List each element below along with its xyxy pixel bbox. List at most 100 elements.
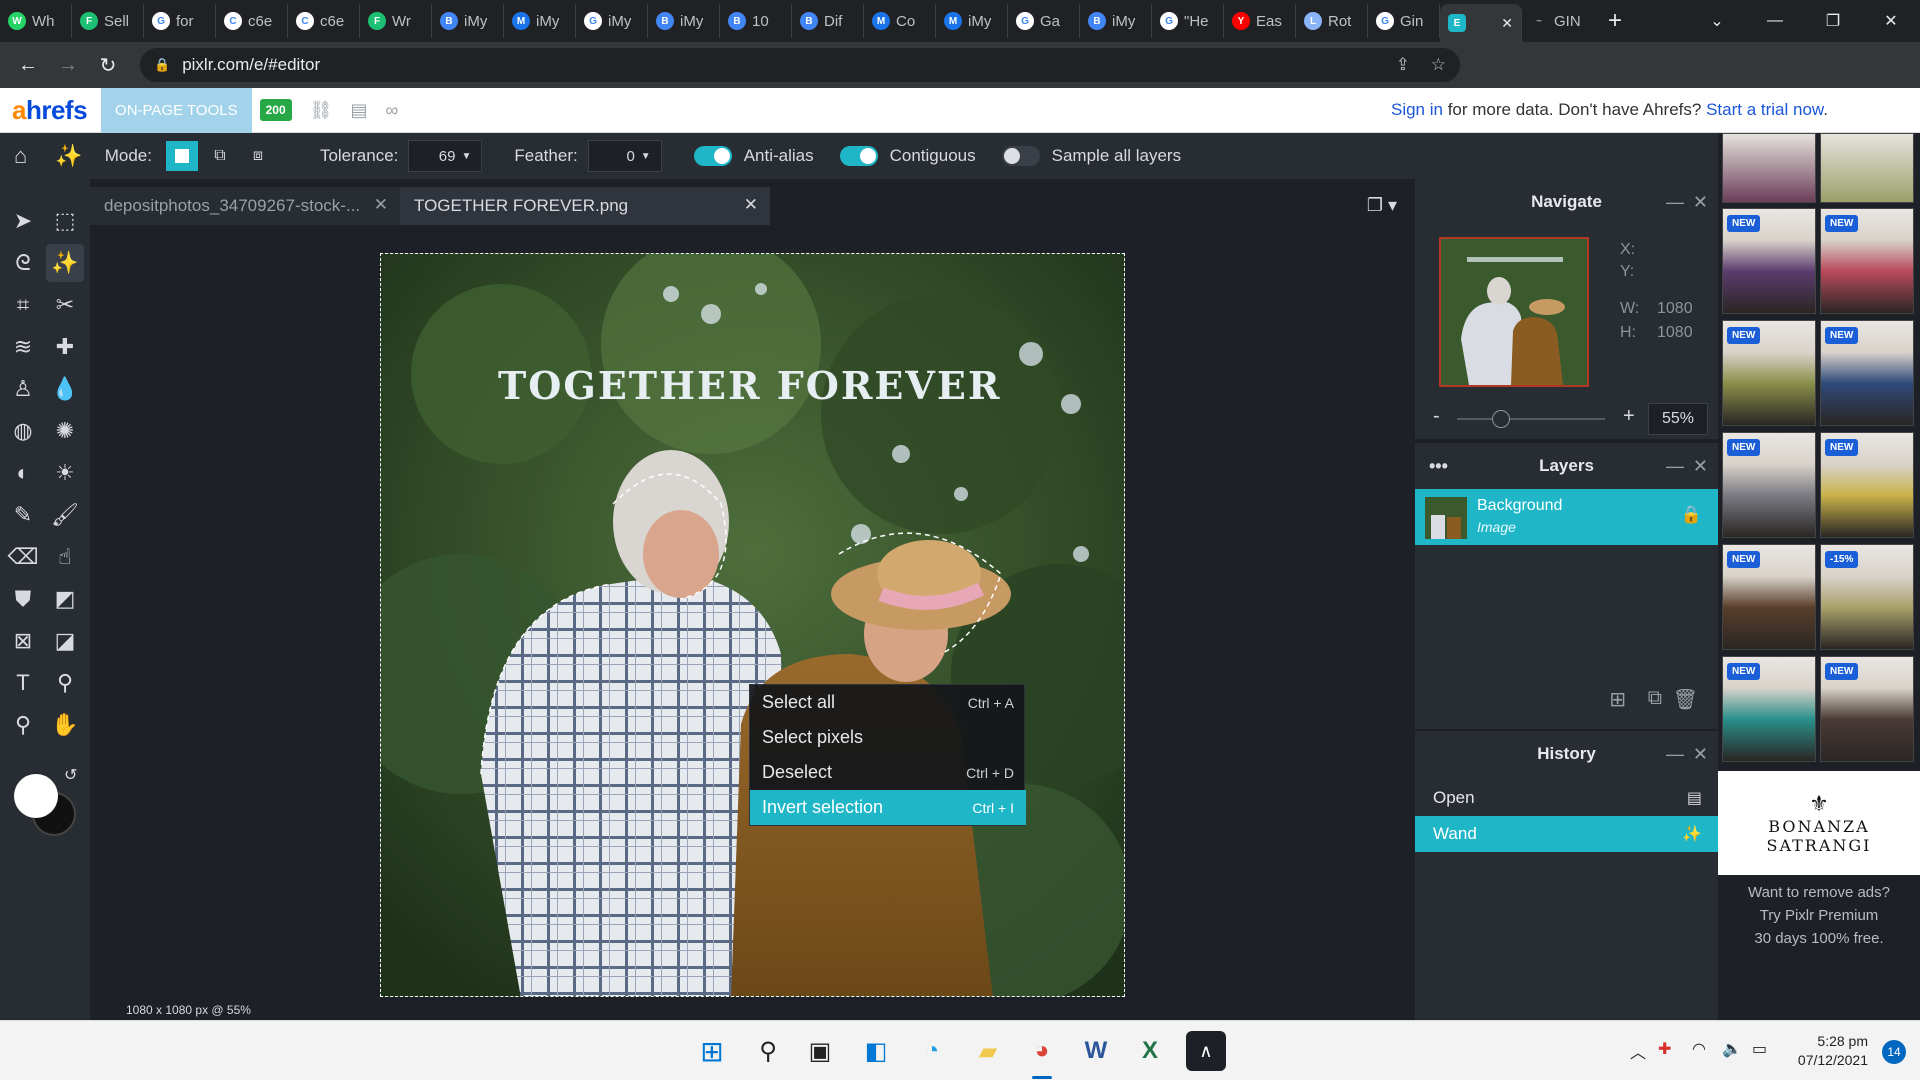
liquify-tool-icon[interactable]: ≋ bbox=[4, 328, 42, 366]
mode-new-selection-button[interactable] bbox=[165, 141, 198, 171]
menu-item-select-all[interactable]: Select all Ctrl + A bbox=[750, 685, 1026, 720]
sign-in-link[interactable]: Sign in bbox=[1391, 100, 1443, 119]
menu-item-select-pixels[interactable]: Select pixels bbox=[750, 720, 1026, 755]
shield-app-icon[interactable]: ✚ bbox=[1658, 1039, 1671, 1059]
share-icon[interactable]: ⇪ bbox=[1396, 55, 1410, 75]
ad-product-image[interactable]: NEW bbox=[1820, 208, 1914, 314]
link-icon[interactable]: ∞ bbox=[386, 100, 399, 121]
cutout-tool-icon[interactable]: ✂ bbox=[46, 286, 84, 324]
bookmark-star-icon[interactable]: ☆ bbox=[1431, 55, 1446, 75]
battery-icon[interactable]: ▭ bbox=[1752, 1039, 1767, 1059]
lasso-tool-icon[interactable]: ᘓ bbox=[4, 244, 42, 282]
zoom-in-icon[interactable]: + bbox=[1623, 405, 1635, 428]
heal-tool-icon[interactable]: ✚ bbox=[46, 328, 84, 366]
browser-tab[interactable]: G Ga bbox=[1008, 4, 1080, 38]
browser-tab[interactable]: F Sell bbox=[72, 4, 144, 38]
window-layout-icon[interactable]: ❐ ▾ bbox=[1367, 195, 1397, 216]
edge-icon[interactable]: ◔ bbox=[912, 1031, 952, 1071]
search-icon[interactable]: ⚲ bbox=[748, 1031, 788, 1071]
minimize-icon[interactable]: — bbox=[1746, 12, 1804, 30]
ad-product-image[interactable] bbox=[1722, 133, 1816, 203]
volume-icon[interactable]: 🔈 bbox=[1722, 1039, 1742, 1059]
browser-tab[interactable]: F Wr bbox=[360, 4, 432, 38]
menu-item-invert-selection[interactable]: Invert selection Ctrl + I bbox=[750, 790, 1026, 825]
start-trial-link[interactable]: Start a trial now bbox=[1706, 100, 1823, 119]
new-tab-button[interactable]: + bbox=[1608, 7, 1622, 35]
sponge-tool-icon[interactable]: ◍ bbox=[4, 412, 42, 450]
duplicate-layer-icon[interactable]: ⧉ bbox=[1648, 687, 1662, 710]
wifi-icon[interactable]: ◠ bbox=[1692, 1039, 1706, 1059]
forward-icon[interactable]: → bbox=[48, 54, 88, 77]
browser-tab[interactable]: BiMy bbox=[648, 4, 720, 38]
add-layer-icon[interactable]: ⊞ bbox=[1609, 687, 1626, 712]
browser-tab[interactable]: BiMy bbox=[432, 4, 504, 38]
zoom-tool-icon[interactable]: ⚲ bbox=[4, 706, 42, 744]
browser-tab[interactable]: W Wh bbox=[0, 4, 72, 38]
navigator-thumbnail[interactable] bbox=[1439, 237, 1589, 387]
document-icon[interactable]: ▤ bbox=[350, 100, 367, 121]
gradient-tool-icon[interactable]: ◩ bbox=[46, 580, 84, 618]
browser-tab[interactable]: BiMy bbox=[1080, 4, 1152, 38]
zoom-percent-input[interactable]: 55% bbox=[1648, 403, 1708, 435]
link-chain-icon[interactable]: ⛓ bbox=[310, 100, 333, 121]
foreground-color-swatch[interactable] bbox=[14, 774, 58, 818]
ad-promo-text[interactable]: Want to remove ads? Try Pixlr Premium 30… bbox=[1718, 881, 1920, 950]
ad-product-image[interactable]: NEW bbox=[1820, 656, 1914, 762]
tab-search-icon[interactable]: ⌄ bbox=[1688, 11, 1746, 31]
browser-tab[interactable]: M Co bbox=[864, 4, 936, 38]
eraser-tool-icon[interactable]: ⌫ bbox=[4, 538, 42, 576]
anti-alias-toggle[interactable] bbox=[693, 146, 732, 166]
close-panel-icon[interactable]: ✕ bbox=[1693, 456, 1708, 477]
swap-colors-icon[interactable]: ↺ bbox=[64, 765, 77, 785]
close-window-icon[interactable]: ✕ bbox=[1862, 11, 1920, 31]
close-panel-icon[interactable]: ✕ bbox=[1693, 192, 1708, 213]
browser-tab-active[interactable]: E ✕ bbox=[1440, 4, 1522, 42]
fill-tool-icon[interactable]: ⛊ bbox=[4, 580, 42, 618]
tolerance-dropdown[interactable]: 69 ▼ bbox=[408, 140, 483, 172]
image-tool-icon[interactable]: ⊠ bbox=[4, 622, 42, 660]
document-tab-stock[interactable]: depositphotos_34709267-stock-... ✕ bbox=[90, 187, 400, 225]
image-canvas[interactable]: TOGETHER FOREVER bbox=[380, 253, 1125, 997]
menu-item-deselect[interactable]: Deselect Ctrl + D bbox=[750, 755, 1026, 790]
feather-dropdown[interactable]: 0 ▼ bbox=[587, 140, 662, 172]
excel-icon[interactable]: X bbox=[1130, 1031, 1170, 1071]
minimize-panel-icon[interactable]: — bbox=[1666, 456, 1684, 477]
layers-options-icon[interactable]: ••• bbox=[1429, 456, 1448, 477]
browser-tab[interactable]: Cc6e bbox=[216, 4, 288, 38]
document-tab-together-forever[interactable]: TOGETHER FOREVER.png ✕ bbox=[400, 187, 770, 225]
text-tool-icon[interactable]: T bbox=[4, 664, 42, 702]
clone-tool-icon[interactable]: ♙ bbox=[4, 370, 42, 408]
sample-all-layers-toggle[interactable] bbox=[1001, 146, 1040, 166]
pixlr-app-icon[interactable]: ∧ bbox=[1186, 1031, 1226, 1071]
zoom-slider-track[interactable] bbox=[1457, 418, 1605, 420]
ad-product-image[interactable] bbox=[1820, 133, 1914, 203]
browser-tab[interactable]: G Gin bbox=[1368, 4, 1440, 38]
close-panel-icon[interactable]: ✕ bbox=[1693, 744, 1708, 765]
show-hidden-icons-icon[interactable]: ︿ bbox=[1630, 1039, 1646, 1063]
minimize-panel-icon[interactable]: — bbox=[1666, 192, 1684, 213]
smudge-tool-icon[interactable]: ☝ bbox=[46, 538, 84, 576]
ad-product-image[interactable]: NEW bbox=[1722, 432, 1816, 538]
history-item-open[interactable]: Open ▤ bbox=[1415, 780, 1718, 816]
system-clock[interactable]: 5:28 pm 07/12/2021 bbox=[1798, 1032, 1868, 1070]
delete-layer-icon[interactable]: 🗑 bbox=[1673, 687, 1698, 712]
zoom-out-icon[interactable]: - bbox=[1433, 405, 1440, 428]
browser-tab[interactable]: B 10 bbox=[720, 4, 792, 38]
browser-tab[interactable]: G "He bbox=[1152, 4, 1224, 38]
ad-product-image[interactable]: NEW bbox=[1820, 432, 1914, 538]
close-tab-icon[interactable]: ✕ bbox=[1501, 15, 1513, 32]
mode-subtract-selection-button[interactable]: ⧈ bbox=[242, 141, 274, 171]
eyedropper-tool-icon[interactable]: ⚲ bbox=[46, 664, 84, 702]
on-page-tools-button[interactable]: ON-PAGE TOOLS bbox=[101, 87, 252, 133]
close-document-icon[interactable]: ✕ bbox=[744, 195, 758, 215]
browser-tab[interactable]: Gfor bbox=[144, 4, 216, 38]
contiguous-toggle[interactable] bbox=[839, 146, 878, 166]
crop-tool-icon[interactable]: ⌗ bbox=[4, 286, 42, 324]
windows-start-icon[interactable]: ⊞ bbox=[692, 1031, 732, 1071]
lock-icon[interactable]: 🔒 bbox=[1681, 505, 1702, 525]
wand-tool-icon[interactable]: ✨ bbox=[46, 244, 84, 282]
burn-tool-icon[interactable]: ☀ bbox=[46, 454, 84, 492]
marquee-tool-icon[interactable]: ⬚ bbox=[46, 202, 84, 240]
zoom-slider-handle[interactable] bbox=[1492, 410, 1510, 428]
ad-product-image[interactable]: NEW bbox=[1722, 544, 1816, 650]
